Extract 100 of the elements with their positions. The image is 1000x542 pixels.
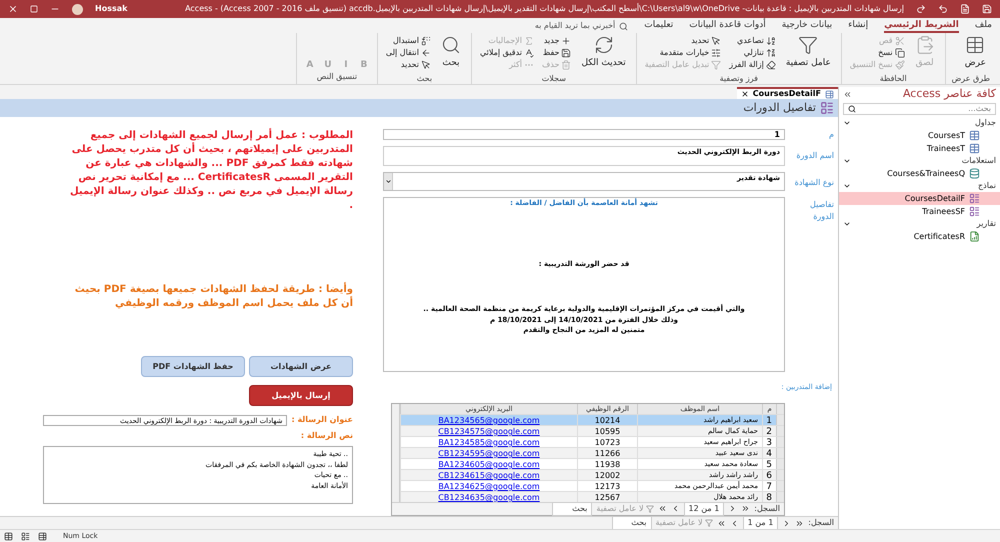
group-label: بحث bbox=[416, 73, 434, 85]
record-label: السجل: bbox=[754, 502, 780, 515]
save-icon bbox=[561, 48, 572, 58]
chevron-icon[interactable] bbox=[843, 220, 851, 228]
sigma-icon bbox=[524, 36, 534, 46]
ribbon-button[interactable]: تنازلي bbox=[727, 47, 778, 59]
ribbon-button[interactable]: تحديد bbox=[384, 59, 433, 71]
ribbon-tab[interactable]: ملف bbox=[974, 19, 992, 33]
pointer-icon bbox=[711, 36, 722, 46]
nav-item[interactable]: TraineesT bbox=[839, 142, 1000, 155]
ribbon-button[interactable]: تصاعدي bbox=[727, 35, 778, 47]
nav-group-header[interactable]: جداول bbox=[974, 117, 996, 129]
course-details-field[interactable] bbox=[383, 197, 785, 372]
close-icon[interactable] bbox=[8, 4, 18, 14]
field-label: اسم الدورة bbox=[795, 150, 834, 162]
form-icon bbox=[820, 101, 834, 115]
extra-note: وأيضا : طريقة لحفظ الشهادات جميعها بصيغة PDF بحيث أن كل ملف يحمل اسم الموظف ورقمه الوظيفي bbox=[74, 283, 353, 311]
subject-label: عنوان الرسالة : bbox=[291, 414, 353, 426]
ribbon-button[interactable]: تدقيق إملائي bbox=[478, 47, 536, 59]
ribbon-button[interactable]: استبدال bbox=[384, 35, 433, 47]
form-button[interactable]: حفظ الشهادات PDF bbox=[141, 356, 245, 377]
window-title: إرسال شهادات المتدربين بالإيميل : قاعدة بيانات- C:\Users\al9\w\OneDrive\أسطح المكتب\إرسال شهادات التقدير بالإيميل\إرسال شهادات المتدربين بالإيميل.accdb (تنسيق ملف Access 2007 - 2016) - Access bbox=[184, 3, 904, 15]
scrollbar[interactable] bbox=[392, 404, 400, 502]
body-label: نص الرسالة : bbox=[300, 430, 353, 442]
sliders-icon bbox=[711, 48, 722, 58]
view-icon[interactable] bbox=[21, 532, 30, 540]
document-icon[interactable] bbox=[960, 4, 970, 14]
ribbon-button[interactable]: حفظ bbox=[540, 47, 574, 59]
chevron-icon[interactable] bbox=[843, 119, 851, 127]
copy-icon bbox=[894, 48, 905, 58]
brush-icon bbox=[894, 60, 905, 70]
trash-icon bbox=[561, 60, 572, 70]
ribbon-button[interactable]: تحديد bbox=[642, 35, 724, 47]
field-label: تفاصيل الدورة bbox=[809, 199, 834, 223]
collapse-icon[interactable] bbox=[843, 90, 852, 98]
ribbon-tab[interactable]: أدوات قاعدة البيانات bbox=[689, 19, 766, 33]
nav-item[interactable]: CertificatesR bbox=[839, 230, 1000, 243]
ribbon-button[interactable]: عرض bbox=[960, 35, 990, 73]
filter-icon bbox=[704, 519, 713, 527]
arrow-icon bbox=[420, 48, 431, 58]
id-field[interactable]: 1 bbox=[383, 129, 785, 140]
ribbon-tab[interactable]: بيانات خارجية bbox=[782, 19, 832, 33]
first-record-icon[interactable] bbox=[795, 518, 804, 528]
form-icon bbox=[969, 206, 980, 217]
form-title: تفاصيل الدورات bbox=[743, 100, 816, 116]
nav-group-header[interactable]: استعلامات bbox=[962, 155, 996, 167]
query-icon bbox=[969, 168, 980, 179]
record-position[interactable]: 1 من 1 bbox=[742, 516, 778, 530]
send-email-button[interactable]: إرسال بالإيميل bbox=[249, 385, 353, 406]
table-icon bbox=[969, 143, 980, 154]
ribbon-button[interactable]: خيارات متقدمة bbox=[642, 47, 724, 59]
eraser-icon bbox=[766, 60, 776, 70]
document-tab[interactable]: CoursesDetailF bbox=[736, 87, 838, 99]
first-record-icon[interactable] bbox=[741, 504, 750, 514]
field-label: نوع الشهادة bbox=[794, 177, 834, 189]
ribbon-button[interactable]: عامل تصفية bbox=[782, 35, 835, 73]
save-icon[interactable] bbox=[982, 4, 992, 14]
ribbon-button[interactable]: انتقال إلى bbox=[384, 47, 433, 59]
view-icon[interactable] bbox=[38, 532, 47, 540]
nav-item[interactable]: TraineesSF bbox=[839, 205, 1000, 218]
nav-item[interactable]: CoursesDetailF bbox=[839, 192, 1000, 205]
last-record-icon[interactable] bbox=[658, 504, 667, 514]
chevron-icon[interactable] bbox=[843, 157, 851, 165]
search-icon bbox=[848, 105, 856, 113]
user-avatar bbox=[72, 4, 83, 14]
table-icon bbox=[969, 130, 980, 141]
nav-group-header[interactable]: تقارير bbox=[976, 218, 996, 230]
ribbon-button[interactable]: نسخ bbox=[848, 47, 907, 59]
chevron-icon[interactable] bbox=[843, 182, 851, 190]
redo-icon[interactable] bbox=[916, 4, 926, 14]
view-icon[interactable] bbox=[4, 532, 13, 540]
ribbon-button[interactable]: بحث bbox=[436, 35, 465, 73]
record-position[interactable]: 1 من 12 bbox=[684, 502, 724, 516]
ribbon-tab[interactable]: تعليمات bbox=[644, 19, 674, 33]
sort-ascending-icon bbox=[766, 36, 776, 46]
group-label: طرق عرض bbox=[952, 73, 990, 85]
ribbon-tab[interactable]: إنشاء bbox=[848, 19, 868, 33]
record-search-field[interactable]: بحث bbox=[552, 502, 592, 516]
undo-icon[interactable] bbox=[938, 4, 948, 14]
pointer-icon bbox=[420, 60, 431, 70]
nav-item[interactable]: CoursesT bbox=[839, 129, 1000, 142]
group-label: تنسيق النص bbox=[316, 71, 358, 83]
ribbon-button[interactable]: تحديث الكل bbox=[577, 35, 630, 73]
nav-pane-title: كافة عناصر Access bbox=[902, 86, 996, 102]
close-icon[interactable] bbox=[740, 90, 749, 98]
form-button[interactable]: عرض الشهادات bbox=[249, 356, 353, 377]
last-record-icon[interactable] bbox=[716, 518, 726, 528]
tell-me-field[interactable]: أخبرني بما تريد القيام به bbox=[534, 19, 628, 33]
ribbon-button[interactable]: جديد bbox=[540, 35, 574, 47]
filter-icon bbox=[711, 60, 722, 70]
scissors-icon bbox=[894, 36, 905, 46]
record-search-field[interactable]: بحث bbox=[612, 516, 652, 530]
report-icon bbox=[969, 231, 980, 242]
maximize-icon[interactable] bbox=[30, 5, 38, 13]
nav-item[interactable]: Courses&TraineesQ bbox=[839, 167, 1000, 180]
nav-group-header[interactable]: نماذج bbox=[978, 180, 996, 192]
user-name[interactable]: Hossak bbox=[95, 3, 128, 15]
ribbon-button[interactable]: إزالة الفرز bbox=[727, 59, 778, 71]
plus-icon bbox=[561, 36, 572, 46]
group-label: فرز وتصفية bbox=[718, 73, 759, 85]
